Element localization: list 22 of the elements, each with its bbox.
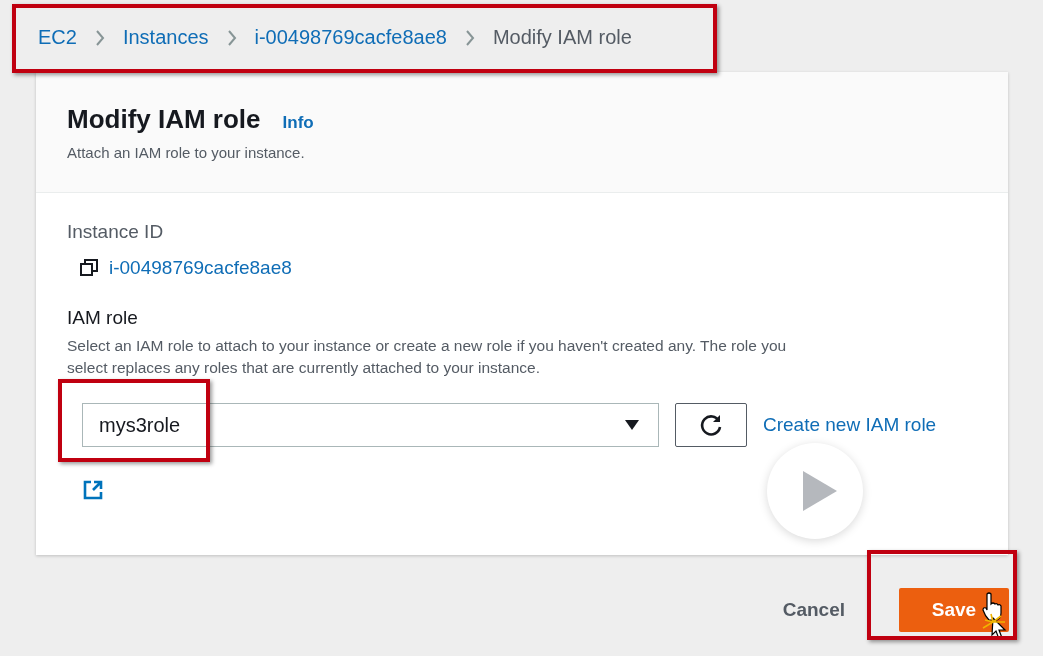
chevron-icon [226, 28, 237, 47]
copy-icon[interactable] [79, 258, 99, 278]
panel-title: Modify IAM role [67, 104, 261, 135]
chevron-icon [94, 28, 105, 47]
breadcrumb-link[interactable]: EC2 [38, 26, 77, 49]
field-label: Instance ID [67, 221, 165, 243]
chevron-icon [464, 28, 475, 47]
caret-icon [624, 419, 640, 431]
instance-id-link[interactable]: i-00498769cacfe8ae8 [109, 257, 292, 279]
breadcrumb-current: Modify IAM role [492, 26, 632, 49]
role-select[interactable]: mys3role [82, 403, 659, 447]
refresh-icon [698, 412, 724, 438]
breadcrumb-link[interactable]: Instances [122, 26, 209, 49]
cancel-button[interactable]: Cancel [776, 598, 851, 622]
field-label: IAM role [67, 307, 139, 329]
create-role-link[interactable]: Create new IAM role [763, 414, 937, 436]
external-link-icon[interactable] [82, 479, 104, 501]
panel-description: Attach an IAM role to your instance. [67, 144, 306, 161]
field-description: Select an IAM role to attach to your instance or create a new role if you haven't created any. The role you select replaces any roles that are currently attached to your instance. [67, 336, 788, 378]
breadcrumb-link[interactable]: i-00498769cacfe8ae8 [254, 26, 447, 49]
info-link[interactable]: Info [282, 113, 314, 133]
refresh-button[interactable] [675, 403, 747, 447]
